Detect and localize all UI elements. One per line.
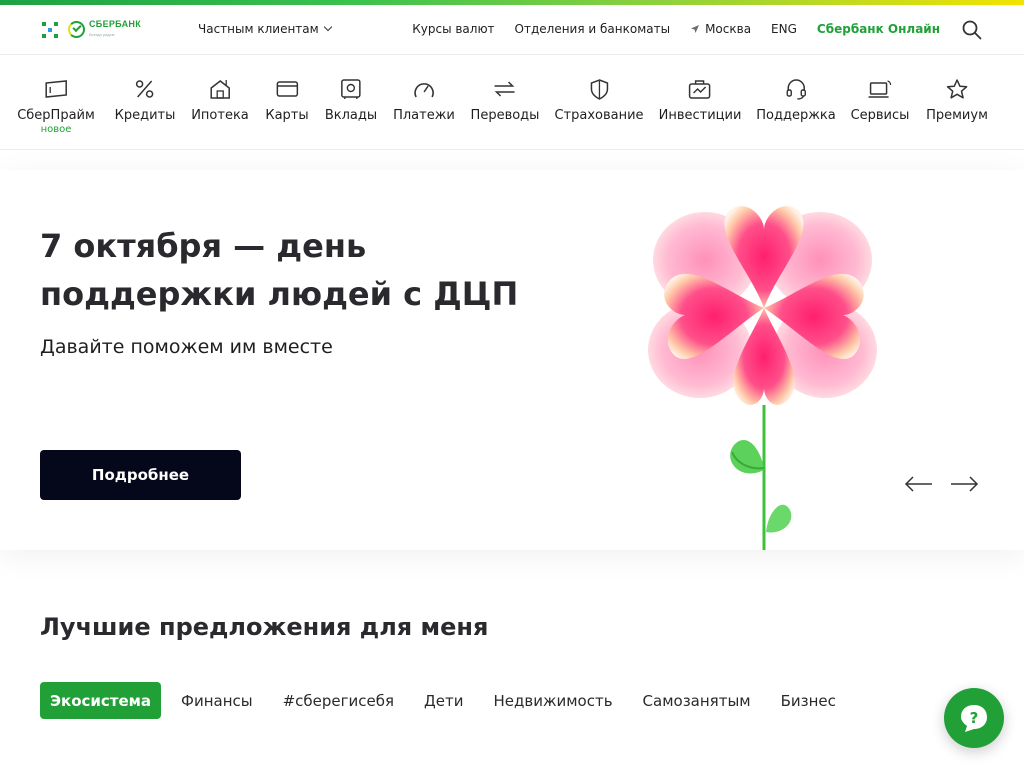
nav-label: Вклады: [324, 108, 378, 123]
nav-item-investments[interactable]: Инвестиции: [658, 78, 742, 123]
hero-banner: 7 октября — день поддержки людей с ДЦП Д…: [0, 170, 1024, 550]
sberbank-online-link[interactable]: Сбербанк Онлайн: [817, 22, 940, 36]
star-icon: [946, 79, 968, 99]
tab-real-estate[interactable]: Недвижимость: [483, 682, 622, 719]
nav-label: Карты: [265, 108, 309, 123]
nav-label: Платежи: [393, 108, 455, 123]
chat-button[interactable]: ?: [944, 688, 1004, 748]
logo-subtext: Всегда рядом: [89, 32, 115, 37]
nav-label: Ипотека: [191, 108, 249, 123]
offers-title: Лучшие предложения для меня: [40, 613, 489, 641]
house-icon: [210, 80, 230, 99]
nav-label: Премиум: [926, 108, 988, 123]
nav-label: Страхование: [554, 108, 644, 123]
flower-illustration: [648, 205, 877, 550]
arrow-left-icon: [904, 476, 932, 492]
tab-business[interactable]: Бизнес: [771, 682, 846, 719]
offices-link[interactable]: Отделения и банкоматы: [515, 22, 671, 36]
hero-title: 7 октября — день поддержки людей с ДЦП: [40, 227, 519, 313]
segment-label: Частным клиентам: [198, 22, 319, 36]
search-button[interactable]: [962, 20, 982, 40]
more-button[interactable]: Подробнее: [40, 450, 241, 500]
online-link-label: Сбербанк Онлайн: [816, 22, 940, 36]
next-slide-button[interactable]: [949, 473, 979, 495]
offer-tabs: Экосистема Финансы #сберегисебя Дети Нед…: [40, 682, 856, 719]
ticket-icon: [45, 80, 67, 98]
speedometer-icon: [414, 83, 434, 98]
safe-icon: [341, 79, 361, 99]
nav-item-sberprime[interactable]: СберПрайм новое: [17, 78, 95, 135]
city-label: Москва: [705, 22, 752, 36]
location-arrow-icon: [691, 25, 700, 33]
logo-text: СБЕРБАНК: [89, 19, 141, 29]
category-nav: СберПрайм новое Кредиты Ипотека Карты Вк…: [0, 56, 1024, 150]
logo-check-icon: [68, 21, 85, 38]
site-header: СБЕРБАНК Всегда рядом Частным клиентам К…: [0, 5, 1024, 55]
nav-item-transfers[interactable]: Переводы: [470, 78, 540, 123]
transfer-arrows-icon: [495, 81, 515, 97]
tab-finance[interactable]: Финансы: [171, 682, 263, 719]
nav-label: СберПрайм: [17, 108, 95, 123]
nav-label: Сервисы: [850, 108, 910, 123]
ecosystem-grid-icon: [42, 21, 58, 38]
sberbank-logo: СБЕРБАНК Всегда рядом: [68, 20, 141, 39]
briefcase-chart-icon: [689, 80, 711, 99]
tab-ecosystem[interactable]: Экосистема: [40, 682, 162, 719]
shield-icon: [590, 79, 608, 100]
nav-label: Поддержка: [756, 108, 836, 123]
segment-selector[interactable]: Частным клиентам: [198, 22, 332, 36]
nav-item-support[interactable]: Поддержка: [756, 78, 836, 123]
prev-slide-button[interactable]: [904, 473, 934, 495]
tab-self-employed[interactable]: Самозанятым: [633, 682, 761, 719]
city-selector[interactable]: Москва: [690, 22, 751, 36]
arrow-right-icon: [951, 476, 979, 492]
hero-subtitle: Давайте поможем им вместе: [40, 336, 333, 358]
card-icon: [276, 81, 298, 97]
nav-item-payments[interactable]: Платежи: [393, 78, 455, 123]
language-switch[interactable]: ENG: [771, 22, 797, 36]
nav-item-deposits[interactable]: Вклады: [325, 78, 377, 123]
nav-item-insurance[interactable]: Страхование: [554, 78, 644, 123]
nav-label: Инвестиции: [658, 108, 742, 123]
tab-sberegisebya[interactable]: #сберегисебя: [273, 682, 404, 719]
nav-label: Кредиты: [114, 108, 176, 123]
percent-icon: [136, 80, 154, 98]
rates-link-label: Курсы валют: [412, 22, 495, 36]
svg-text:?: ?: [970, 709, 979, 727]
new-badge: новое: [40, 124, 72, 135]
logo[interactable]: СБЕРБАНК Всегда рядом: [42, 20, 141, 39]
top-links: Курсы валют Отделения и банкоматы Москва…: [412, 22, 940, 36]
laptop-icon: [868, 80, 892, 98]
nav-item-services[interactable]: Сервисы: [850, 78, 910, 123]
nav-item-credits[interactable]: Кредиты: [114, 78, 176, 123]
nav-item-cards[interactable]: Карты: [265, 78, 309, 123]
chat-question-icon: ?: [961, 705, 987, 732]
offices-link-label: Отделения и банкоматы: [514, 22, 671, 36]
headset-icon: [786, 79, 806, 100]
nav-item-mortgage[interactable]: Ипотека: [191, 78, 249, 123]
chevron-down-icon: [323, 22, 332, 32]
search-icon: [962, 20, 982, 40]
language-label: ENG: [771, 22, 797, 36]
rates-link[interactable]: Курсы валют: [412, 22, 494, 36]
nav-label: Переводы: [470, 108, 540, 123]
tab-children[interactable]: Дети: [414, 682, 473, 719]
nav-item-premium[interactable]: Премиум: [926, 78, 988, 123]
